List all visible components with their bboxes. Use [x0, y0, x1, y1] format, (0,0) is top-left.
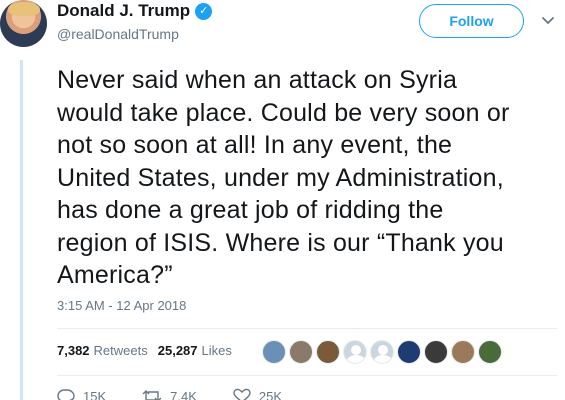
reply-icon	[57, 389, 75, 400]
like-action[interactable]: 25K	[233, 388, 282, 400]
tweet-timestamp[interactable]: 3:15 AM - 12 Apr 2018	[57, 298, 186, 313]
liker-avatar[interactable]	[289, 340, 313, 364]
like-action-count: 25K	[258, 388, 283, 400]
author-name[interactable]: Donald J. Trump	[57, 1, 190, 21]
liker-avatar[interactable]	[478, 340, 502, 364]
tweet-line: America?”	[57, 261, 173, 289]
author-handle[interactable]: @realDonaldTrump	[57, 26, 179, 42]
tweet-line: Never said when an attack on Syria	[57, 66, 458, 94]
like-count[interactable]: 25,287	[158, 343, 198, 358]
retweet-action-count: 7.4K	[170, 388, 197, 400]
retweet-action[interactable]: 7.4K	[142, 388, 197, 400]
tweet-line: has done a great job of ridding the	[57, 196, 444, 224]
tweet-stats: 7,382 Retweets 25,287 Likes	[57, 343, 232, 358]
author-name-row[interactable]: Donald J. Trump ✓	[57, 1, 213, 21]
like-label[interactable]: Likes	[202, 343, 232, 358]
liker-avatar[interactable]	[262, 340, 286, 364]
retweet-label[interactable]: Retweets	[94, 343, 148, 358]
liker-avatar[interactable]	[316, 340, 340, 364]
tweet-actions: 15K 7.4K 25K	[57, 388, 318, 400]
divider	[57, 375, 557, 376]
tweet-line: would take place. Could be very soon or	[57, 98, 510, 127]
avatar[interactable]	[0, 0, 47, 47]
tweet-text: Never said when an attack on Syria would…	[57, 64, 557, 292]
heart-icon	[233, 388, 251, 400]
tweet-line: not so soon at all! In any event, the	[57, 131, 453, 159]
liker-avatar[interactable]	[343, 340, 367, 364]
liker-avatars	[262, 340, 505, 364]
verified-badge-icon: ✓	[195, 2, 213, 20]
tweet-card: Donald J. Trump ✓ @realDonaldTrump Follo…	[0, 0, 565, 400]
liker-avatar[interactable]	[424, 340, 448, 364]
liker-avatar[interactable]	[397, 340, 421, 364]
liker-avatar[interactable]	[370, 340, 394, 364]
follow-button[interactable]: Follow	[419, 4, 524, 38]
tweet-line: region of ISIS. Where is our “Thank you	[57, 228, 504, 257]
thread-line	[20, 60, 23, 400]
chevron-down-icon[interactable]	[541, 14, 555, 28]
reply-action[interactable]: 15K	[57, 388, 106, 400]
reply-count: 15K	[83, 388, 107, 400]
divider	[57, 328, 557, 329]
liker-avatar[interactable]	[451, 340, 475, 364]
tweet-line: United States, under my Administration,	[57, 163, 504, 192]
retweet-count[interactable]: 7,382	[57, 343, 90, 358]
retweet-icon	[142, 390, 162, 400]
